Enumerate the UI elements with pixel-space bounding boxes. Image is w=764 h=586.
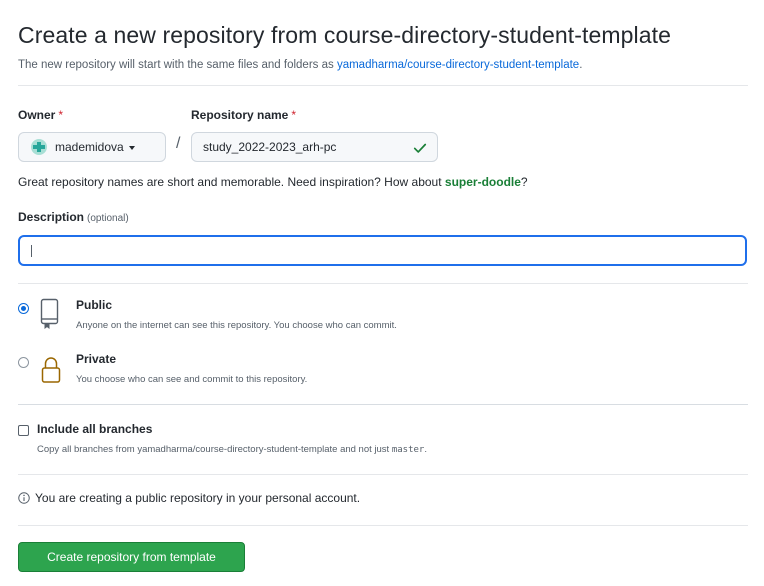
description-input[interactable] <box>18 235 747 266</box>
repo-name-label-text: Repository name <box>191 108 289 122</box>
public-title: Public <box>76 298 113 312</box>
branches-desc-suffix: . <box>424 444 427 455</box>
optional-label: (optional) <box>87 213 129 224</box>
subtitle-text: The new repository will start with the s… <box>18 59 334 71</box>
owner-repo-separator: / <box>176 135 181 152</box>
description-label: Description (optional) <box>18 210 129 224</box>
owner-dropdown[interactable]: mademidova <box>18 132 166 162</box>
divider <box>18 474 748 475</box>
name-suggestion[interactable]: super-doodle <box>445 175 521 189</box>
repo-name-input[interactable]: study_2022-2023_arh-pc <box>191 132 438 162</box>
avatar <box>31 139 47 155</box>
page-subtitle: The new repository will start with the s… <box>18 59 582 71</box>
chevron-down-icon <box>128 145 135 150</box>
notice-text: You are creating a public repository in … <box>35 491 361 505</box>
divider <box>18 85 748 86</box>
required-mark: * <box>291 108 297 122</box>
include-branches-description: Copy all branches from yamadharma/course… <box>37 444 427 455</box>
lock-icon <box>41 357 61 383</box>
page-title: Create a new repository from course-dire… <box>18 22 672 48</box>
info-icon <box>18 492 30 504</box>
include-branches-label[interactable]: Include all branches <box>37 422 152 436</box>
repo-name-value: study_2022-2023_arh-pc <box>203 140 337 154</box>
repo-name-label: Repository name * <box>191 108 296 122</box>
repo-name-hint: Great repository names are short and mem… <box>18 175 528 189</box>
include-branches-checkbox[interactable] <box>18 425 29 436</box>
owner-label-text: Owner <box>18 108 56 122</box>
public-description: Anyone on the internet can see this repo… <box>76 320 397 331</box>
private-description: You choose who can see and commit to thi… <box>76 374 308 385</box>
divider <box>18 283 748 284</box>
branches-desc-text: Copy all branches from yamadharma/course… <box>37 444 390 455</box>
private-title: Private <box>76 352 117 366</box>
required-mark: * <box>58 108 64 122</box>
hint-suffix: ? <box>520 175 528 189</box>
repo-icon <box>40 298 59 329</box>
divider <box>18 404 748 405</box>
create-repository-button[interactable]: Create repository from template <box>18 542 245 572</box>
template-link[interactable]: yamadharma/course-directory-student-temp… <box>337 59 579 71</box>
divider <box>18 525 748 526</box>
owner-label: Owner * <box>18 108 63 122</box>
hint-text: Great repository names are short and mem… <box>18 175 442 189</box>
check-icon <box>413 143 427 153</box>
branch-name: master <box>391 445 425 455</box>
subtitle-suffix: . <box>579 59 583 71</box>
private-radio[interactable] <box>18 357 29 368</box>
description-label-text: Description <box>18 210 85 224</box>
text-cursor <box>31 245 32 257</box>
public-radio[interactable] <box>18 303 29 314</box>
visibility-notice: You are creating a public repository in … <box>18 491 360 505</box>
owner-name: mademidova <box>55 140 124 154</box>
